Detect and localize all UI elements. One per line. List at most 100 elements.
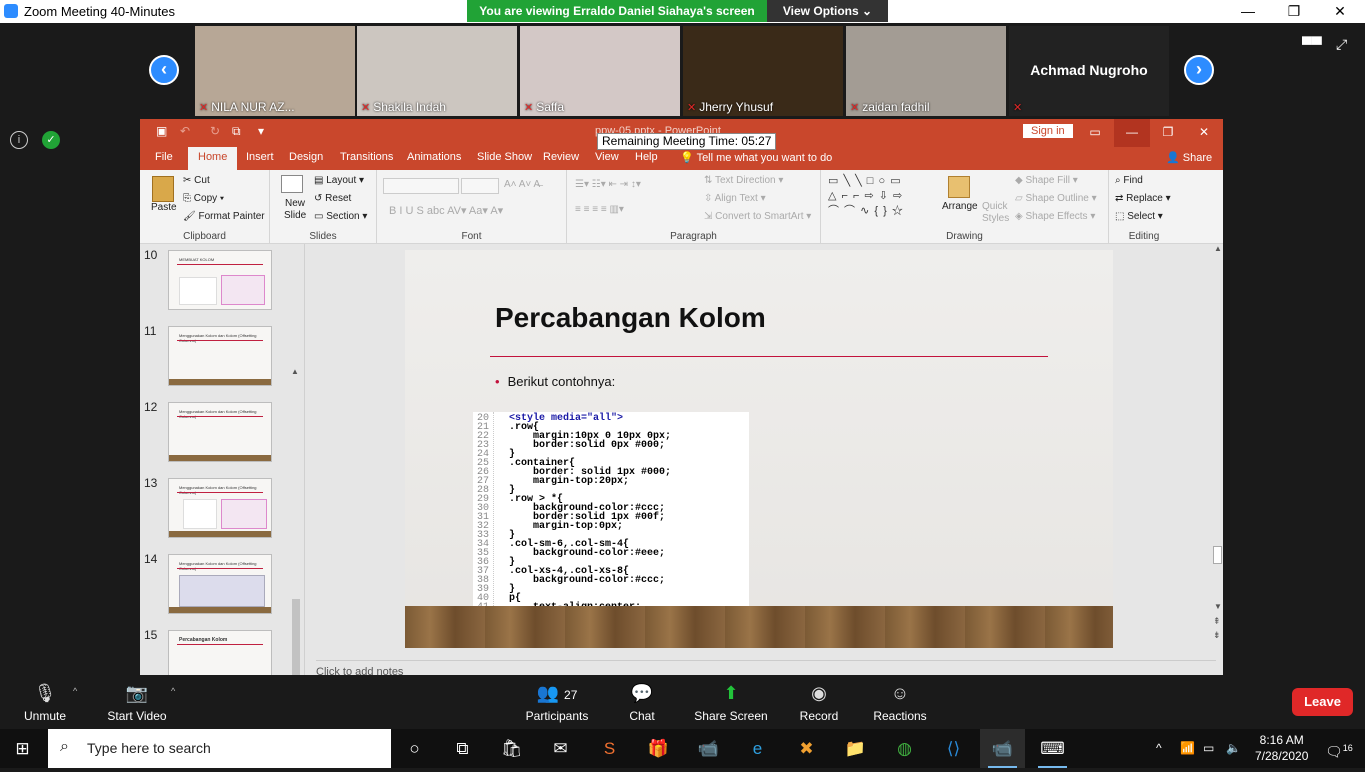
pp-close-button[interactable]: ✕ [1186,119,1222,147]
taskbar-clock[interactable]: 8:16 AM 7/28/2020 [1255,732,1308,764]
scrollbar-thumb[interactable] [1213,546,1222,564]
tab-design[interactable]: Design [289,151,323,163]
align-text-button[interactable]: ⇳ Align Text ▾ [704,193,766,204]
present-icon[interactable]: ⧉ [232,124,241,139]
scroll-up-icon[interactable]: ▲ [1214,244,1222,253]
next-slide-icon[interactable]: ⇟ [1213,630,1221,641]
font-name-select[interactable] [383,178,459,194]
minimize-button[interactable]: — [1225,0,1271,23]
slide-title[interactable]: Percabangan Kolom [495,302,766,334]
font-format-buttons[interactable]: B I U S abc AV▾ Aa▾ A▾ [389,204,503,217]
video-options-caret[interactable]: ^ [171,686,175,696]
previous-slide-icon[interactable]: ⇞ [1213,616,1221,627]
record-button[interactable]: ◉ Record [797,675,841,729]
scroll-up-icon[interactable]: ▲ [291,367,299,376]
new-slide-button[interactable]: New Slide [284,198,306,222]
slide-thumbnail[interactable]: Menggunakan Kolom dan Kolom (Offsetting … [168,402,272,462]
task-view-icon[interactable]: ⧉ [440,729,485,768]
view-options-button[interactable]: View Options ⌄ [767,0,888,22]
tab-file[interactable]: File [155,151,173,163]
shape-outline-button[interactable]: ▱ Shape Outline ▾ [1015,193,1097,204]
current-slide[interactable]: Percabangan Kolom • Berikut contohnya: 20… [405,250,1113,648]
audio-options-caret[interactable]: ^ [73,686,77,696]
save-icon[interactable]: ▣ [156,124,167,138]
notification-icon[interactable]: 🗨16 [1325,729,1353,768]
participants-button[interactable]: 👥 27 Participants [522,675,592,729]
list-buttons[interactable]: ☰▾ ☷▾ ⇤ ⇥ ↕▾ [575,179,641,190]
format-painter-button[interactable]: 🖌 Format Painter [183,211,265,222]
thumbnail-scrollbar[interactable]: ▲ [290,367,302,675]
notes-pane[interactable]: Click to add notes [316,666,403,675]
slide-thumbnail[interactable]: Menggunakan Kolom dan Kolom (Offsetting … [168,326,272,386]
shape-fill-button[interactable]: ◆ Shape Fill ▾ [1015,175,1078,186]
zoom-taskbar-icon[interactable]: 📹 [686,729,731,768]
ribbon-display-icon[interactable]: ▭ [1077,119,1113,147]
tab-review[interactable]: Review [543,151,579,163]
tell-me-search[interactable]: 💡 Tell me what you want to do [680,151,832,164]
info-icon[interactable]: i [10,131,28,149]
edge-icon[interactable]: e [735,729,780,768]
slide-thumbnail[interactable]: MEMBUAT KOLOM [168,250,272,310]
tab-insert[interactable]: Insert [246,151,274,163]
reactions-button[interactable]: ☺ Reactions [872,675,928,729]
tab-view[interactable]: View [595,151,619,163]
cut-button[interactable]: ✂ Cut [183,175,210,186]
slide-thumbnail[interactable]: Menggunakan Kolom dan Kolom (Offsetting … [168,554,272,614]
close-button[interactable]: ✕ [1317,0,1363,23]
taskbar-search[interactable]: ⌕ Type here to search [48,729,391,768]
tab-help[interactable]: Help [635,151,658,163]
undo-icon[interactable]: ↶ [180,124,190,138]
copy-button[interactable]: ⎘ Copy ▾ [183,193,224,204]
video-tile[interactable]: ✕ Saffa [520,26,680,116]
volume-icon[interactable]: 🔈 [1226,729,1241,768]
gallery-layout-icon[interactable]: ▀▀ [1302,36,1322,52]
convert-smartart-button[interactable]: ⇲ Convert to SmartArt ▾ [704,211,811,222]
slide-bullet[interactable]: • Berikut contohnya: [495,374,615,389]
quick-styles-button[interactable]: Quick Styles [982,201,1010,225]
fullscreen-icon[interactable]: ⤢ [1336,36,1347,53]
video-tile[interactable]: ✕ Jherry Yhusuf [683,26,843,116]
select-button[interactable]: ⬚ Select ▾ [1115,211,1163,222]
tab-transitions[interactable]: Transitions [340,151,393,163]
code-image[interactable]: 20 <style media="all"> 21 .row{22 margin:10… [473,412,749,638]
windows-start-icon[interactable]: ⊞ [0,729,45,768]
reset-button[interactable]: ↺ Reset [314,193,351,204]
mail-icon[interactable]: ✉ [538,729,583,768]
share-screen-button[interactable]: ⬆ Share Screen [692,675,770,729]
video-tile[interactable]: ✕ zaidan fadhil [846,26,1006,116]
video-tile[interactable]: Achmad Nugroho ✕ [1009,26,1169,116]
shape-effects-button[interactable]: ◈ Shape Effects ▾ [1015,211,1095,222]
text-direction-button[interactable]: ⇅ Text Direction ▾ [704,175,783,186]
slide-thumbnail[interactable]: Percabangan Kolom [168,630,272,675]
tab-animations[interactable]: Animations [407,151,461,163]
chrome-icon[interactable]: ◍ [882,729,927,768]
leave-button[interactable]: Leave [1292,688,1353,716]
find-button[interactable]: ⌕ Find [1115,175,1143,186]
shapes-gallery[interactable]: ▭ ╲ ╲ □ ○ ▭ △ ⌐ ⌐ ⇨ ⇩ ⇨ ⌒ ⌒ ∿ { } ☆ [828,174,940,220]
prev-page-button[interactable]: ‹ [149,55,179,85]
unmute-button[interactable]: 🎙 Unmute [14,675,76,729]
store-icon[interactable]: 🛍 [489,729,534,768]
battery-icon[interactable]: ▭ [1203,729,1214,768]
arrange-button[interactable]: Arrange [942,201,978,212]
paste-button[interactable]: Paste [151,202,177,213]
video-tile[interactable]: ✕ Shakila Indah [357,26,517,116]
layout-button[interactable]: ▤ Layout ▾ [314,175,364,186]
tab-slide-show[interactable]: Slide Show [477,151,532,163]
slide-scrollbar[interactable]: ▲ ▼ ⇞ ⇟ [1212,244,1223,644]
video-tile[interactable]: ✕ NILA NUR AZ... [195,26,355,116]
tab-home[interactable]: Home [188,147,238,170]
slide-thumbnail[interactable]: Menggunakan Kolom dan Kolom (Offsetting … [168,478,272,538]
cortana-icon[interactable]: ○ [392,729,437,768]
gift-app-icon[interactable]: 🎁 [636,729,681,768]
replace-button[interactable]: ⇄ Replace ▾ [1115,193,1171,204]
next-page-button[interactable]: › [1184,55,1214,85]
start-video-button[interactable]: 📷 Start Video [104,675,170,729]
paste-icon[interactable] [152,176,174,202]
section-button[interactable]: ▭ Section ▾ [314,211,367,222]
sublime-icon[interactable]: S [587,729,632,768]
xampp-icon[interactable]: ✖ [784,729,829,768]
tray-overflow-icon[interactable]: ^ [1156,729,1162,768]
share-button[interactable]: 👤 Share [1166,151,1212,164]
font-size-controls[interactable]: A˄ A˅ A̶ [504,179,540,190]
